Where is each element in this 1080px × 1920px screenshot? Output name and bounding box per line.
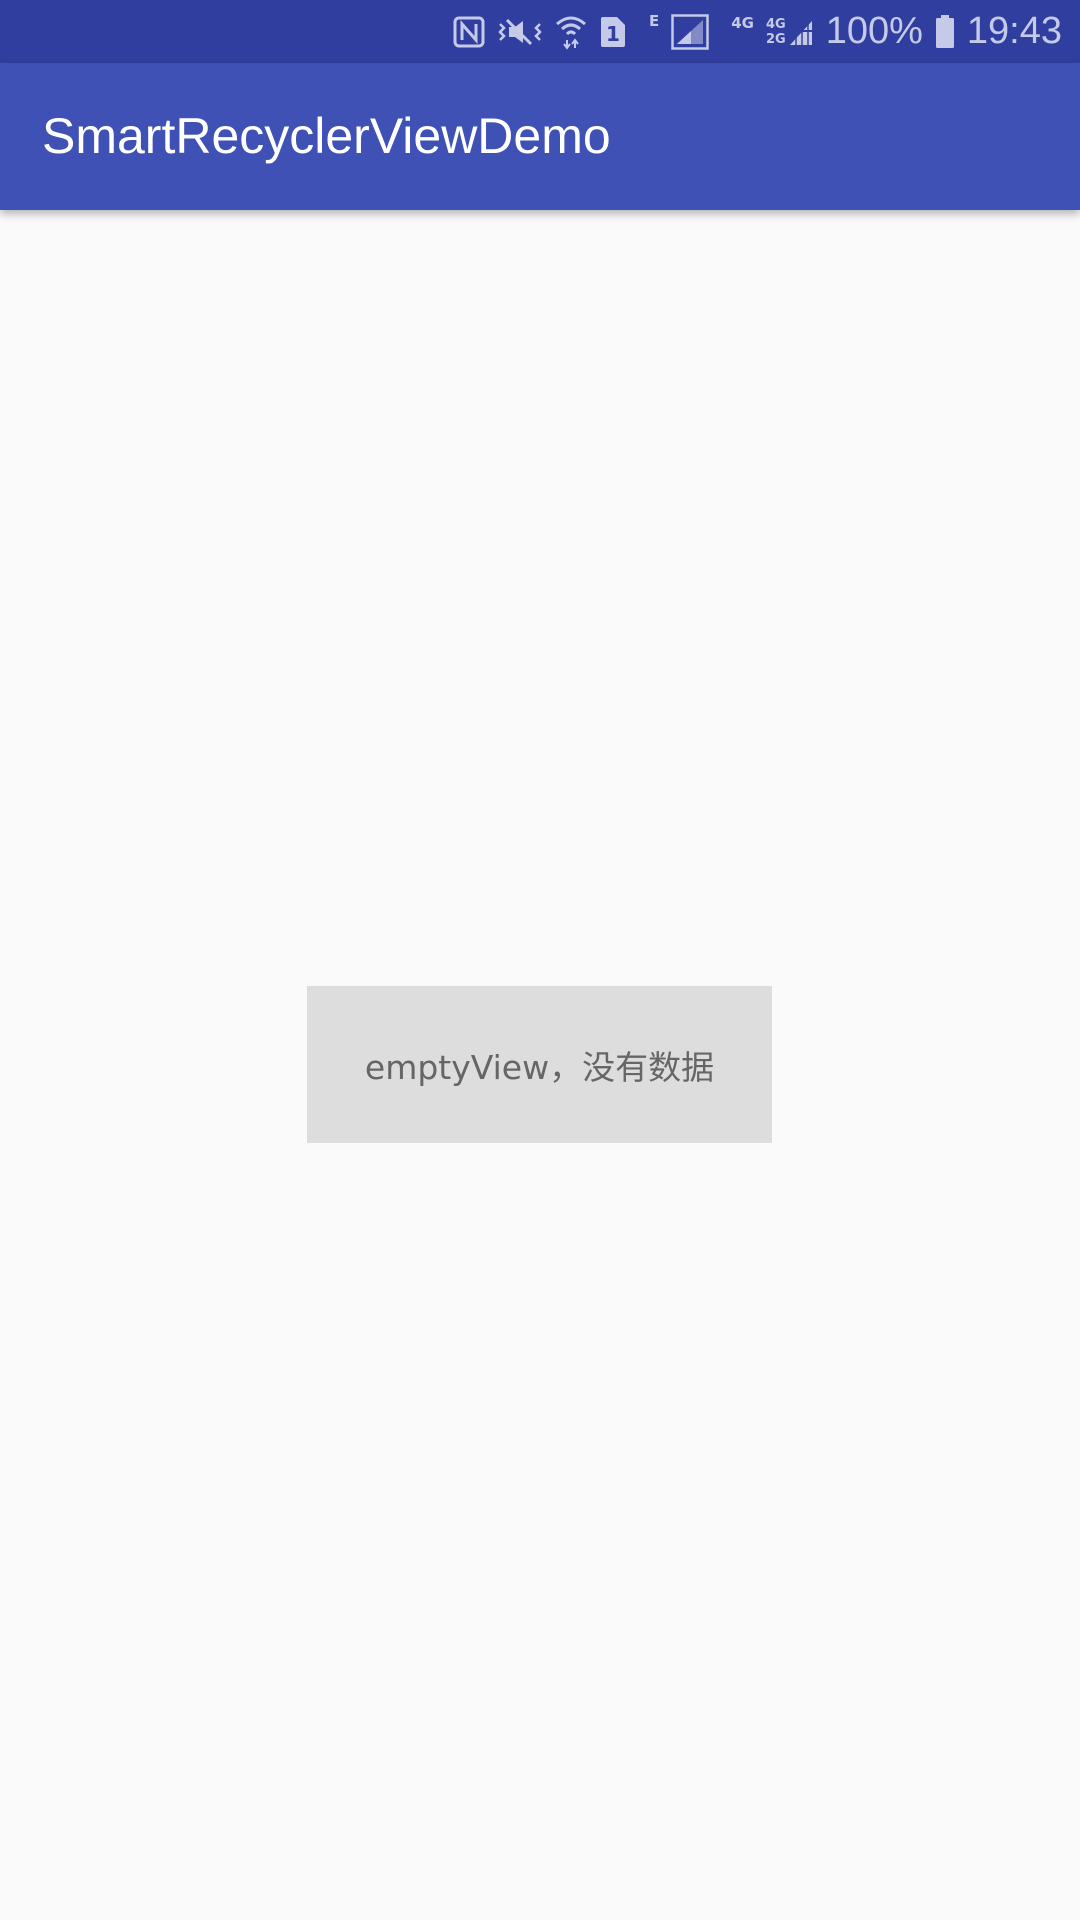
nfc-icon — [453, 16, 485, 48]
edge-label: E — [648, 12, 660, 30]
vibrate-icon — [497, 16, 543, 48]
signal-icon — [671, 13, 709, 50]
app-title: SmartRecyclerViewDemo — [42, 108, 611, 164]
status-bar: 1 E 4G 4G 2G 100% 19:43 — [0, 0, 1080, 63]
recycler-view-container[interactable]: emptyView，没有数据 — [0, 210, 1080, 1920]
4g-label: 4G — [731, 14, 754, 32]
status-icons: 1 E 4G 4G 2G 100% 19:43 — [453, 0, 1062, 63]
4g-top-label: 4G — [765, 16, 786, 32]
empty-view: emptyView，没有数据 — [307, 986, 772, 1143]
sim1-icon: 1 — [599, 15, 627, 49]
4g-2g-signal-icon: 4G 2G — [766, 17, 814, 47]
2g-bottom-label: 2G — [765, 31, 786, 47]
clock: 19:43 — [966, 10, 1062, 52]
battery-icon — [935, 14, 955, 49]
app-bar: SmartRecyclerViewDemo — [0, 63, 1080, 210]
empty-view-text: emptyView，没有数据 — [364, 1047, 715, 1087]
svg-text:1: 1 — [606, 22, 620, 46]
wifi-icon — [555, 14, 587, 50]
battery-percent: 100% — [825, 10, 923, 52]
